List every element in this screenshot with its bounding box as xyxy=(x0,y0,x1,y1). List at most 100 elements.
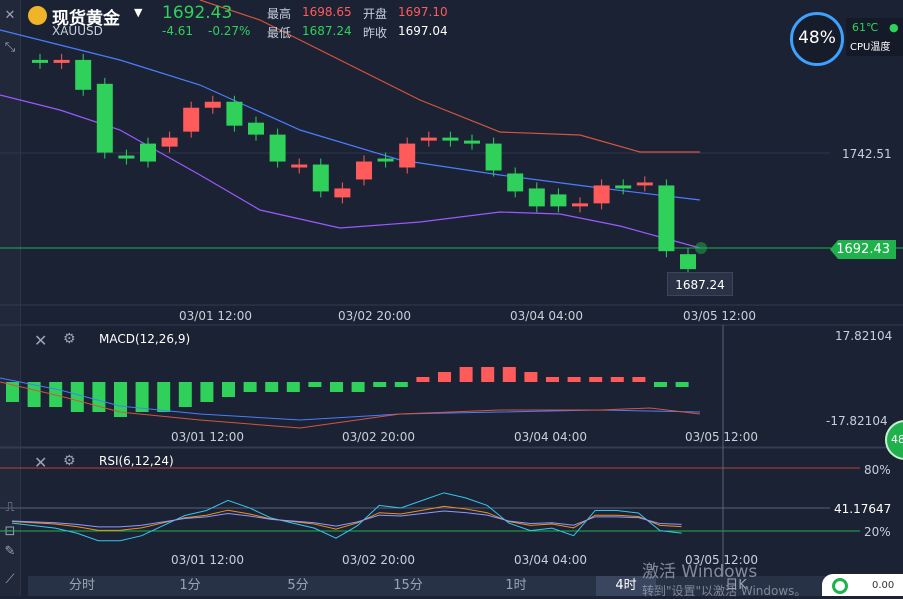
candle-body xyxy=(334,188,351,198)
chart-canvas[interactable] xyxy=(0,0,903,596)
macd-bar xyxy=(70,382,84,412)
rsi-title: RSI(6,12,24) xyxy=(99,454,174,468)
prev-stat: 昨收 xyxy=(363,26,388,40)
tab-5min[interactable]: 5分 xyxy=(268,576,328,596)
low-marker: 1687.24 xyxy=(667,272,733,296)
time-label: 03/04 04:00 xyxy=(514,430,587,444)
macd-bar xyxy=(502,367,516,382)
candle-body xyxy=(636,182,653,186)
candle-body xyxy=(118,155,135,159)
macd-bar xyxy=(481,367,495,382)
macd-bar xyxy=(265,382,279,392)
macd-bar xyxy=(178,382,192,407)
time-label: 03/02 20:00 xyxy=(342,430,415,444)
time-label: 03/02 20:00 xyxy=(342,553,415,567)
corner-widget[interactable]: 0.00 xyxy=(822,574,903,596)
macd-settings-icon[interactable]: ⚙ xyxy=(63,331,76,347)
gold-coin-icon xyxy=(28,6,47,25)
macd-bar xyxy=(632,377,646,382)
candle-body xyxy=(528,188,545,207)
macd-top-value: 17.82104 xyxy=(835,329,893,343)
cpu-temp: 61℃ xyxy=(852,21,879,34)
rsi-lower-level: 20% xyxy=(864,525,891,539)
high-stat: 最高 xyxy=(267,7,292,21)
cpu-gauge[interactable]: 48% xyxy=(790,12,844,66)
time-label: 03/04 04:00 xyxy=(514,553,587,567)
candle-body xyxy=(377,158,394,162)
candle-body xyxy=(507,173,524,192)
candle-body xyxy=(269,134,286,162)
leaf-icon: ● xyxy=(889,21,899,34)
macd-bar xyxy=(459,367,473,382)
current-price-dot xyxy=(695,242,707,254)
rsi-upper-level: 80% xyxy=(864,463,891,477)
candle-body xyxy=(658,185,675,252)
candle-body xyxy=(464,140,480,144)
macd-bar xyxy=(416,377,430,382)
tab-1min[interactable]: 1分 xyxy=(160,576,220,596)
chevron-down-icon[interactable]: ▼ xyxy=(134,6,142,19)
time-label: 03/02 20:00 xyxy=(338,309,411,323)
rsi-settings-icon[interactable]: ⚙ xyxy=(63,453,76,469)
rsi6-line xyxy=(11,492,682,542)
ring-icon xyxy=(832,578,848,594)
candle-body xyxy=(485,143,502,171)
price-change-pct: -0.27% xyxy=(208,24,251,38)
price-change: -4.61 xyxy=(162,24,194,38)
candle-body xyxy=(615,185,632,189)
cpu-label: CPU温度 xyxy=(850,42,891,53)
macd-bar xyxy=(351,382,365,392)
cpu-temp-panel: 61℃ ● CPU温度 xyxy=(846,18,903,56)
rsi-current-value: 41.17647 xyxy=(834,502,892,516)
ma-line-red xyxy=(199,0,700,153)
price-level-label: 1742.51 xyxy=(842,147,892,161)
candle-body xyxy=(226,101,243,126)
candle-body xyxy=(312,164,329,192)
macd-bar xyxy=(373,382,387,387)
prev-value: 1697.04 xyxy=(398,24,448,38)
corner-value: 0.00 xyxy=(872,580,895,591)
candle-body xyxy=(399,143,416,168)
macd-bar xyxy=(546,377,559,382)
candle-body xyxy=(572,203,588,207)
high-value: 1698.65 xyxy=(302,5,352,19)
candle-body xyxy=(183,107,200,132)
close-macd-icon[interactable]: ✕ xyxy=(34,331,47,350)
candle-body xyxy=(442,137,459,141)
macd-bar xyxy=(308,382,322,387)
candle-body xyxy=(140,143,156,162)
candle-body xyxy=(593,185,610,204)
macd-bar xyxy=(610,377,624,382)
candle-body xyxy=(420,137,437,141)
current-price-tag: 1692.43 xyxy=(830,240,896,259)
candle-body xyxy=(356,161,372,180)
macd-bar xyxy=(589,377,603,382)
tab-1hour[interactable]: 1时 xyxy=(486,576,546,596)
open-value: 1697.10 xyxy=(398,5,448,19)
macd-bar xyxy=(200,382,214,402)
activation-watermark-sub: 转到"设置"以激活 Windows。 xyxy=(642,584,807,598)
time-label: 03/01 12:00 xyxy=(171,430,244,444)
macd-bar xyxy=(654,382,667,387)
macd-bar xyxy=(330,382,343,392)
close-rsi-icon[interactable]: ✕ xyxy=(34,453,47,472)
candle-body xyxy=(204,101,221,108)
time-label: 03/04 04:00 xyxy=(510,309,583,323)
open-stat: 开盘 xyxy=(363,7,388,21)
time-label: 03/05 12:00 xyxy=(685,430,758,444)
candle-body xyxy=(161,137,178,147)
activation-watermark: 激活 Windows xyxy=(642,562,758,582)
candle-body xyxy=(96,83,113,153)
low-stat: 最低 xyxy=(267,26,292,40)
low-value: 1687.24 xyxy=(302,24,352,38)
rsi24-line xyxy=(11,510,682,528)
tab-fenshi[interactable]: 分时 xyxy=(52,576,112,596)
time-label: 03/05 12:00 xyxy=(683,309,756,323)
macd-bar xyxy=(567,377,581,382)
candle-body xyxy=(248,122,264,135)
macd-bar xyxy=(438,372,451,382)
macd-bar xyxy=(394,382,408,387)
macd-title: MACD(12,26,9) xyxy=(99,332,191,346)
candle-body xyxy=(291,164,308,168)
tab-15min[interactable]: 15分 xyxy=(378,576,438,596)
